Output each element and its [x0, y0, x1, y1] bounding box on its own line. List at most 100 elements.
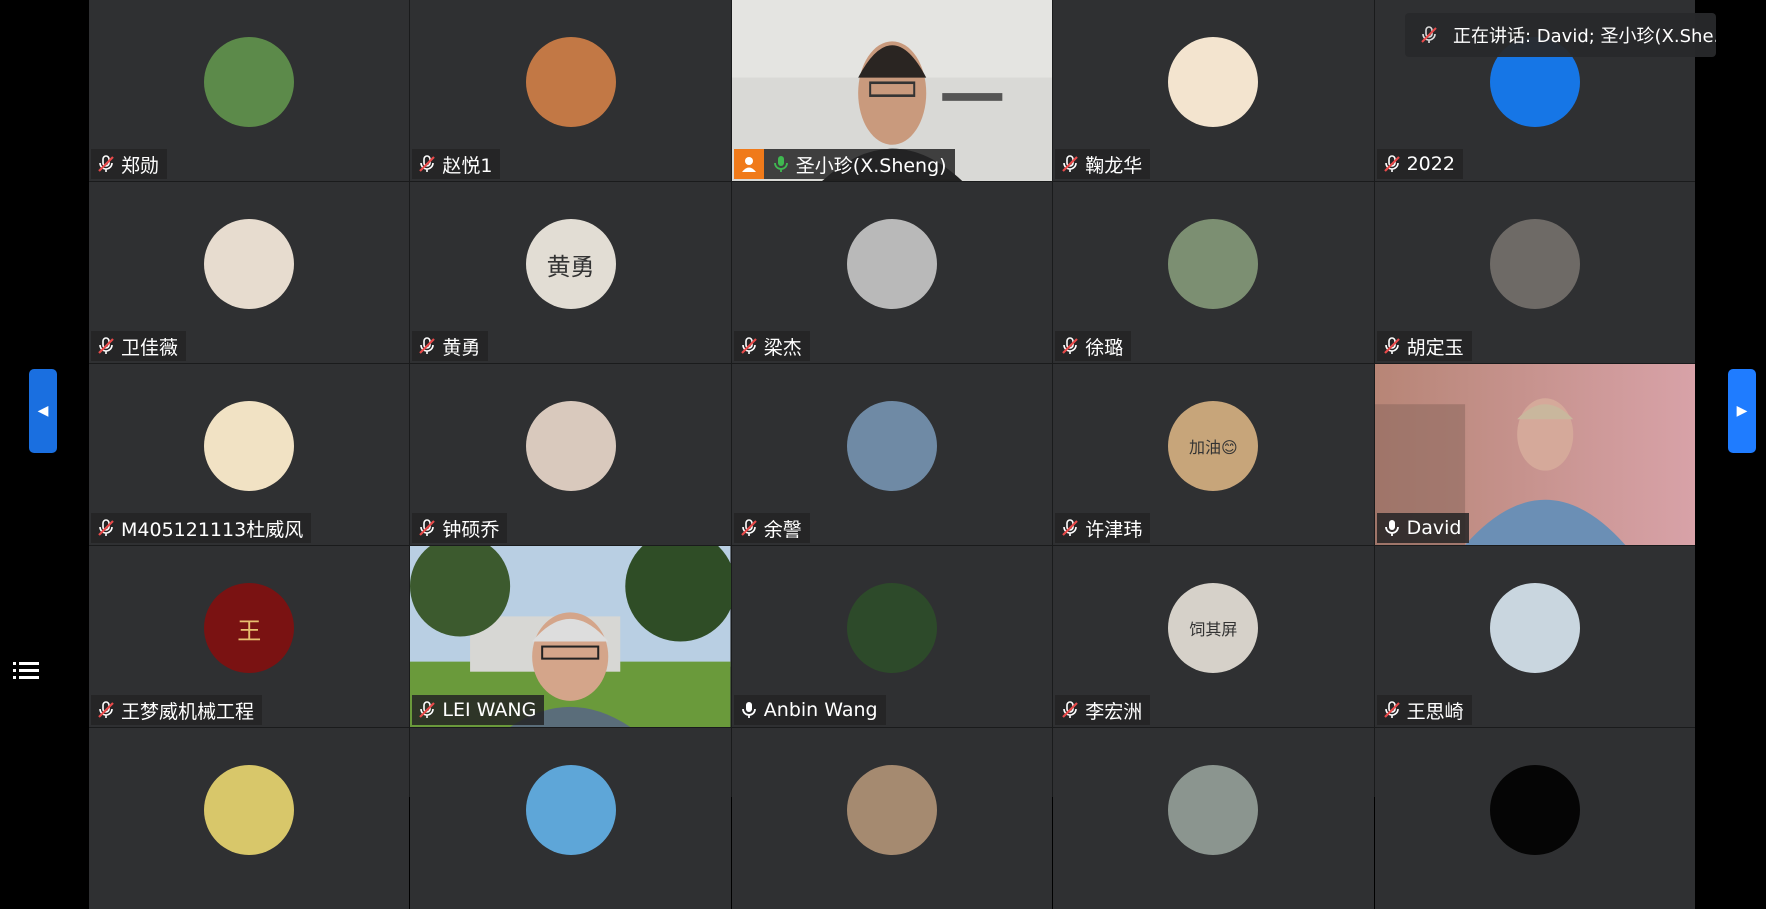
participant-name: 梁杰 — [763, 336, 802, 359]
chevron-left-icon: ◀ — [37, 403, 49, 419]
participant-name-tag: LEI WANG — [412, 695, 545, 725]
participant-tile[interactable]: 加油😊 许津玮 — [1053, 364, 1374, 545]
participant-name-tag: 梁杰 — [733, 331, 810, 361]
participant-list-button[interactable] — [8, 653, 44, 689]
panda-avatar — [204, 37, 295, 127]
participant-tile[interactable]: 饲其屏李宏洲 — [1053, 546, 1374, 727]
muted-mic-icon — [416, 335, 438, 357]
participant-name: 鞠龙华 — [1085, 154, 1143, 177]
participant-list-icon — [13, 662, 39, 679]
cartoon-baby-avatar — [1168, 37, 1259, 127]
participant-tile[interactable]: 梁杰 — [731, 182, 1053, 363]
muted-mic-icon — [95, 517, 117, 539]
toy-castle-avatar — [525, 765, 616, 855]
avatar-text: 王 — [237, 616, 262, 645]
participant-name: 徐璐 — [1085, 336, 1124, 359]
muted-mic-icon — [1059, 699, 1081, 721]
participant-tile[interactable] — [1053, 728, 1374, 909]
participant-tile[interactable]: M405121113杜威风 — [89, 364, 410, 545]
participant-tile[interactable]: 卫佳薇 — [89, 182, 410, 363]
mic-icon — [770, 153, 792, 175]
muted-mic-icon — [1419, 24, 1439, 46]
participant-name: 余謦 — [763, 518, 802, 541]
participant-tile[interactable] — [89, 728, 410, 909]
participant-name-tag: 许津玮 — [1055, 513, 1151, 543]
participant-name-tag: 钟硕乔 — [412, 513, 508, 543]
participant-tile[interactable]: 胡定玉 — [1374, 182, 1695, 363]
participant-tile[interactable]: 钟硕乔 — [410, 364, 731, 545]
participant-tile[interactable]: 徐璐 — [1053, 182, 1374, 363]
woman-portrait-avatar — [525, 401, 616, 491]
basketball-avatar — [525, 37, 616, 127]
participant-tile[interactable]: LEI WANG — [410, 546, 731, 727]
participant-name-tag: 余謦 — [733, 513, 810, 543]
river-landscape-avatar — [1168, 765, 1259, 855]
participant-tile[interactable]: 圣小珍(X.Sheng) — [731, 0, 1053, 181]
cheer-sign-avatar: 加油😊 — [1168, 401, 1259, 491]
host-person-icon — [733, 149, 764, 179]
participant-name: 胡定玉 — [1406, 336, 1464, 359]
participant-tile[interactable]: 黄勇 黄勇 — [410, 182, 731, 363]
participant-tile[interactable]: David — [1374, 364, 1695, 545]
participant-name-tag: 鞠龙华 — [1055, 149, 1151, 179]
previous-page-button[interactable]: ◀ — [29, 369, 57, 453]
participant-tile[interactable] — [1374, 728, 1695, 909]
dark-moon-avatar — [1489, 765, 1580, 855]
muted-mic-icon — [416, 699, 438, 721]
participant-name-tag: 王思崎 — [1376, 695, 1472, 725]
participant-name-tag: 圣小珍(X.Sheng) — [733, 149, 955, 179]
participant-tile[interactable]: 郑勋 — [89, 0, 410, 181]
avatar-text: 饲其屏 — [1189, 620, 1238, 639]
participant-tile[interactable] — [410, 728, 731, 909]
participant-name: 王梦威机械工程 — [121, 700, 255, 723]
participant-tile[interactable]: 鞠龙华 — [1053, 0, 1374, 181]
chevron-right-icon: ▶ — [1736, 403, 1748, 419]
participant-name: 2022 — [1406, 153, 1455, 175]
muted-mic-icon — [95, 153, 117, 175]
participant-name: M405121113杜威风 — [121, 518, 304, 541]
participant-tile[interactable] — [731, 728, 1053, 909]
participant-name: 许津玮 — [1085, 518, 1143, 541]
participant-name-tag: Anbin Wang — [733, 695, 886, 725]
sleeping-dog-avatar — [204, 765, 295, 855]
avatar-text: 加油😊 — [1189, 438, 1238, 457]
husky-dog-avatar — [846, 219, 937, 309]
muted-mic-icon — [1381, 699, 1403, 721]
participant-name: 圣小珍(X.Sheng) — [795, 154, 947, 177]
participant-name-tag: 黄勇 — [412, 331, 489, 361]
muted-mic-icon — [95, 699, 117, 721]
participant-name-tag: 郑勋 — [91, 149, 168, 179]
muted-mic-icon — [1381, 335, 1403, 357]
muted-mic-icon — [1381, 153, 1403, 175]
participant-name-tag: 赵悦1 — [412, 149, 501, 179]
muted-mic-icon — [416, 517, 438, 539]
participant-tile[interactable]: 余謦 — [731, 364, 1053, 545]
muted-mic-icon — [416, 153, 438, 175]
mic-icon — [1381, 517, 1403, 539]
participant-tile[interactable]: 赵悦1 — [410, 0, 731, 181]
participant-tile[interactable]: 王思崎 — [1374, 546, 1695, 727]
drink-can-avatar: 饲其屏 — [1168, 583, 1259, 673]
participant-tile[interactable]: Anbin Wang — [731, 546, 1053, 727]
anime-girl-avatar — [204, 219, 295, 309]
speaking-text: 正在讲话: David; 圣小珍(X.She... — [1453, 26, 1716, 47]
participant-name: LEI WANG — [442, 699, 537, 721]
speaking-indicator: 正在讲话: David; 圣小珍(X.She... — [1405, 13, 1716, 57]
participant-name-tag: 卫佳薇 — [91, 331, 187, 361]
next-page-button[interactable]: ▶ — [1728, 369, 1756, 453]
participant-tile[interactable]: 王王梦威机械工程 — [89, 546, 410, 727]
participant-name-tag: 徐璐 — [1055, 331, 1132, 361]
participant-name: 王思崎 — [1406, 700, 1464, 723]
mountain-landscape-avatar — [846, 401, 937, 491]
cat-avatar — [846, 765, 937, 855]
muted-mic-icon — [738, 335, 760, 357]
participant-name: 李宏洲 — [1085, 700, 1143, 723]
muted-mic-icon — [738, 517, 760, 539]
muted-mic-icon — [1059, 153, 1081, 175]
calligraphy-avatar: 黄勇 — [525, 219, 616, 309]
participant-name: 卫佳薇 — [121, 336, 179, 359]
participant-grid: 郑勋 赵悦1 圣小珍(X.Sheng) 鞠龙华 2022 卫佳薇 黄勇 黄勇 梁杰 徐璐 胡定玉 M4… — [89, 0, 1695, 909]
red-seal-avatar: 王 — [204, 583, 295, 673]
participant-name-tag: 王梦威机械工程 — [91, 695, 263, 725]
man-in-suit-avatar — [1168, 219, 1259, 309]
